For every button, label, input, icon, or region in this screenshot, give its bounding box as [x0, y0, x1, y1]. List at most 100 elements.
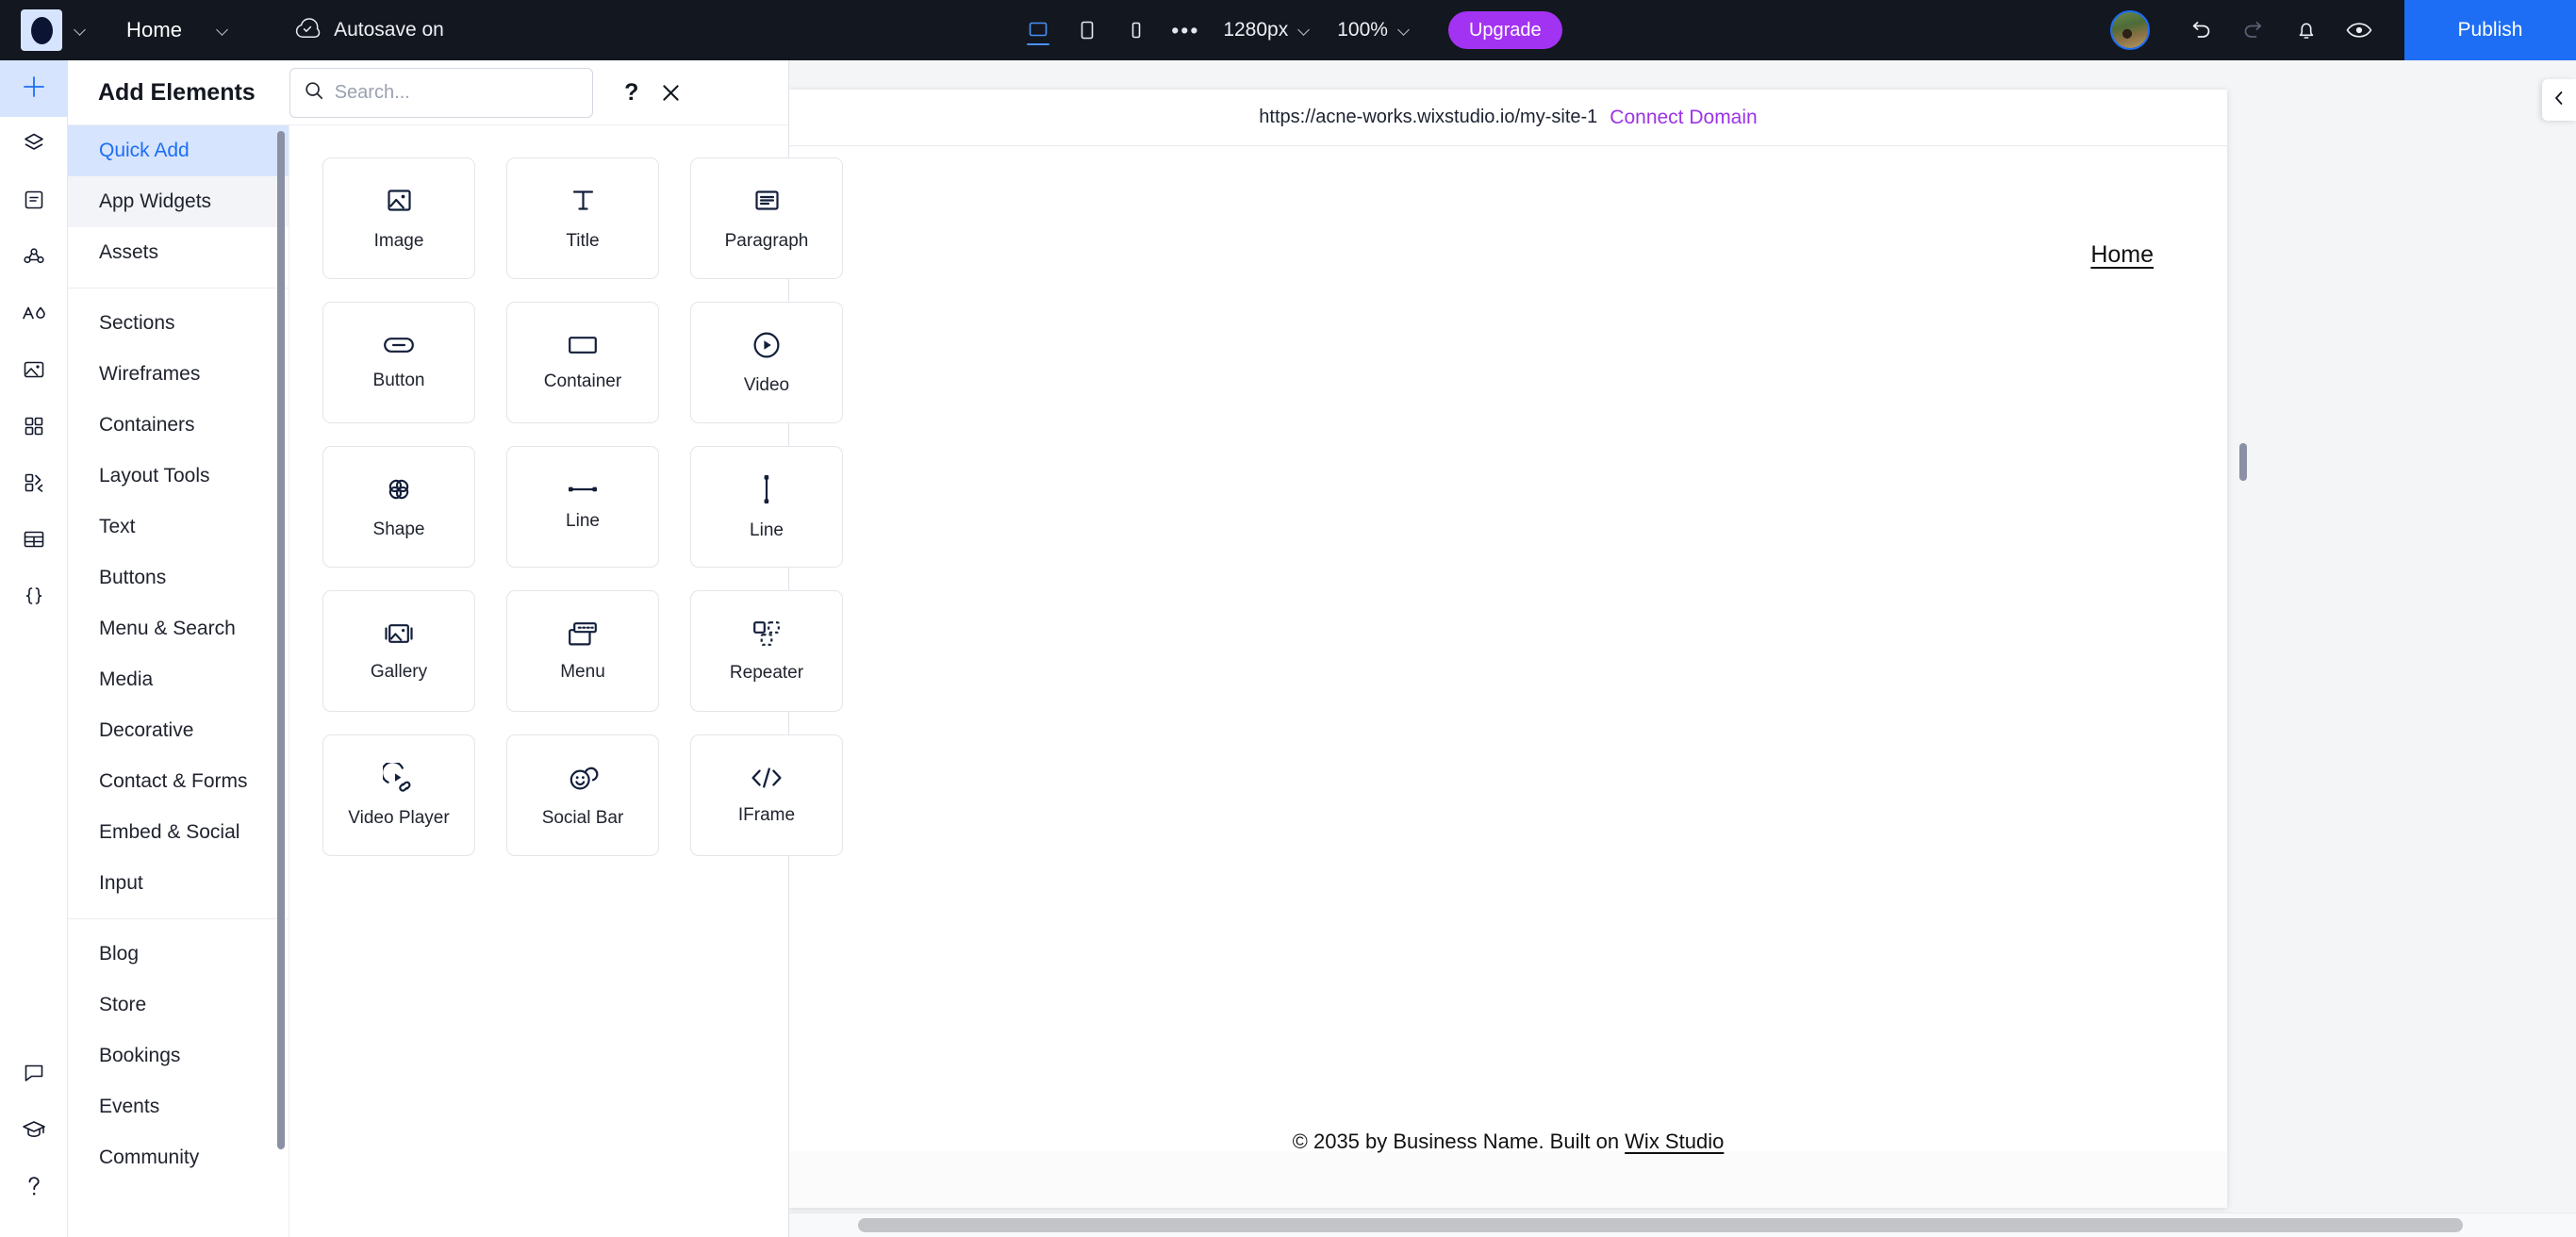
category-label: Sections: [99, 312, 175, 334]
stage-horizontal-scrollbar-thumb[interactable]: [858, 1218, 2463, 1232]
rail-item-help[interactable]: [0, 1160, 68, 1216]
element-tile-social-bar[interactable]: Social Bar: [506, 734, 659, 856]
category-media[interactable]: Media: [68, 654, 289, 705]
element-tile-button[interactable]: Button: [322, 302, 475, 423]
chevron-down-icon[interactable]: [74, 24, 87, 37]
rail-item-media[interactable]: [0, 343, 68, 400]
category-input[interactable]: Input: [68, 858, 289, 909]
breakpoint-selector[interactable]: 1280px: [1210, 9, 1324, 51]
stage-horizontal-scrollbar[interactable]: [789, 1212, 2576, 1237]
tables-icon: [21, 527, 47, 556]
category-events[interactable]: Events: [68, 1081, 289, 1132]
site-page-canvas[interactable]: Home © 2035 by Business Name. Built on W…: [789, 147, 2227, 1153]
element-tile-shape[interactable]: Shape: [322, 446, 475, 568]
desktop-icon[interactable]: [1014, 9, 1063, 51]
tablet-icon[interactable]: [1063, 9, 1112, 51]
add-elements-panel: Add Elements ? Quick Add App Widgets: [68, 60, 843, 1237]
current-page-name[interactable]: Home: [126, 18, 182, 42]
stage-vertical-scrollbar[interactable]: [2239, 443, 2247, 481]
rail-item-pages[interactable]: [0, 173, 68, 230]
category-layout-tools[interactable]: Layout Tools: [68, 451, 289, 502]
zoom-selector[interactable]: 100%: [1324, 9, 1424, 51]
tile-label: Paragraph: [724, 231, 809, 251]
footer-wix-studio-link[interactable]: Wix Studio: [1625, 1130, 1724, 1153]
category-quick-add[interactable]: Quick Add: [68, 125, 289, 176]
element-tile-iframe[interactable]: IFrame: [690, 734, 843, 856]
top-bar: Home Autosave on ••• 1280px 100% Upgrade…: [0, 0, 2576, 60]
element-tile-repeater[interactable]: Repeater: [690, 590, 843, 712]
rail-item-tables[interactable]: [0, 513, 68, 569]
cms-icon: [21, 243, 47, 274]
publish-button[interactable]: Publish: [2404, 0, 2576, 60]
upgrade-button[interactable]: Upgrade: [1447, 11, 1562, 49]
category-bookings[interactable]: Bookings: [68, 1031, 289, 1081]
category-embed-and-social[interactable]: Embed & Social: [68, 807, 289, 858]
search-input[interactable]: [334, 81, 579, 104]
social-bar-icon: [567, 763, 599, 793]
collapse-panel-button[interactable]: [2542, 79, 2576, 121]
close-icon[interactable]: [652, 73, 691, 112]
category-containers[interactable]: Containers: [68, 400, 289, 451]
mobile-icon[interactable]: [1112, 9, 1161, 51]
rail-item-academy[interactable]: [0, 1103, 68, 1160]
element-tile-line-horizontal[interactable]: Line: [506, 446, 659, 568]
search-box[interactable]: [289, 67, 593, 118]
repeater-icon: [751, 619, 782, 648]
user-avatar[interactable]: [2110, 10, 2150, 50]
rail-item-integrations[interactable]: [0, 456, 68, 513]
element-tile-title[interactable]: Title: [506, 157, 659, 279]
top-bar-left: Home Autosave on: [0, 0, 444, 60]
category-label: Buttons: [99, 567, 167, 588]
rail-item-add-elements[interactable]: [0, 60, 68, 117]
category-scrollbar[interactable]: [277, 131, 285, 1149]
category-label: Assets: [99, 241, 159, 263]
element-tile-paragraph[interactable]: Paragraph: [690, 157, 843, 279]
ellipsis-icon[interactable]: •••: [1161, 9, 1210, 51]
menu-bar-icon: [567, 620, 599, 647]
category-contact-and-forms[interactable]: Contact & Forms: [68, 756, 289, 807]
rail-item-layers[interactable]: [0, 117, 68, 173]
question-mark-icon[interactable]: ?: [612, 73, 652, 112]
rail-item-dev-mode[interactable]: [0, 569, 68, 626]
rail-item-chat[interactable]: [0, 1047, 68, 1103]
academy-icon: [20, 1117, 48, 1146]
element-tile-image[interactable]: Image: [322, 157, 475, 279]
eye-icon[interactable]: [2333, 0, 2386, 60]
category-store[interactable]: Store: [68, 980, 289, 1031]
undo-icon[interactable]: [2174, 0, 2227, 60]
category-label: Text: [99, 516, 136, 537]
apps-icon: [22, 414, 46, 443]
element-tile-video[interactable]: Video: [690, 302, 843, 423]
category-sections[interactable]: Sections: [68, 298, 289, 349]
category-community[interactable]: Community: [68, 1132, 289, 1183]
chat-icon: [21, 1061, 47, 1090]
bell-icon[interactable]: [2280, 0, 2333, 60]
category-menu-and-search[interactable]: Menu & Search: [68, 603, 289, 654]
connect-domain-link[interactable]: Connect Domain: [1610, 107, 1757, 129]
category-blog[interactable]: Blog: [68, 929, 289, 980]
category-wireframes[interactable]: Wireframes: [68, 349, 289, 400]
site-nav-home-link[interactable]: Home: [2090, 241, 2154, 269]
category-divider: [68, 288, 289, 289]
page-chevron-down-icon[interactable]: [216, 24, 229, 37]
element-tile-container[interactable]: Container: [506, 302, 659, 423]
redo-icon[interactable]: [2227, 0, 2280, 60]
category-app-widgets[interactable]: App Widgets: [68, 176, 289, 227]
rail-item-cms[interactable]: [0, 230, 68, 287]
category-decorative[interactable]: Decorative: [68, 705, 289, 756]
autosave-status[interactable]: Autosave on: [295, 17, 444, 43]
panel-body: Quick Add App Widgets Assets Sections Wi…: [68, 124, 843, 1237]
chevron-down-icon: [1397, 24, 1411, 37]
element-tile-line-vertical[interactable]: Line: [690, 446, 843, 568]
shape-clover-icon: [384, 474, 414, 504]
wix-studio-logo-icon[interactable]: [21, 9, 62, 51]
category-buttons[interactable]: Buttons: [68, 553, 289, 603]
category-assets[interactable]: Assets: [68, 227, 289, 278]
rail-item-apps[interactable]: [0, 400, 68, 456]
element-tile-gallery[interactable]: Gallery: [322, 590, 475, 712]
rail-item-site-theme[interactable]: [0, 287, 68, 343]
element-tile-video-player[interactable]: Video Player: [322, 734, 475, 856]
category-text[interactable]: Text: [68, 502, 289, 553]
paragraph-icon: [751, 185, 783, 216]
element-tile-menu[interactable]: Menu: [506, 590, 659, 712]
